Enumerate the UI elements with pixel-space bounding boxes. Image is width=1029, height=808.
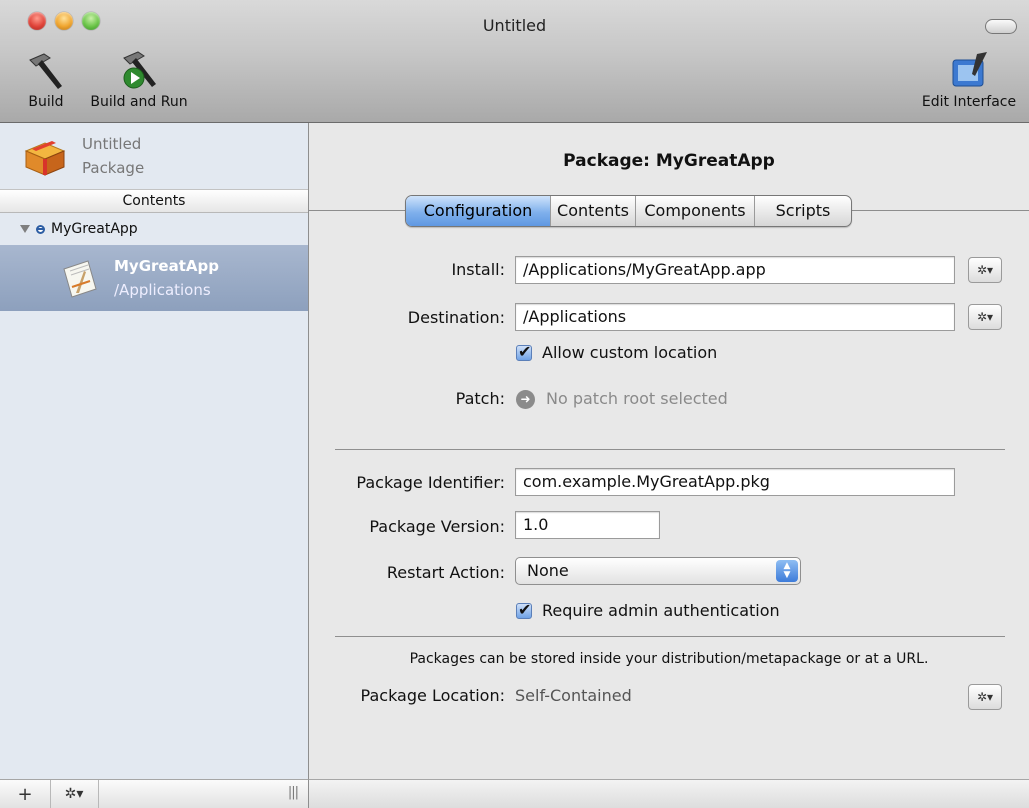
project-header[interactable]: Untitled Package (0, 123, 308, 187)
project-type: Package (82, 159, 145, 177)
require-admin-label: Require admin authentication (542, 601, 780, 620)
destination-action-button[interactable]: ✲▾ (968, 304, 1002, 330)
location-note: Packages can be stored inside your distr… (409, 651, 929, 667)
main-pane: Package: MyGreatApp Configuration Conten… (309, 123, 1029, 779)
window: Untitled Build Build and Run Edit Interf… (0, 0, 1029, 808)
edit-interface-label: Edit Interface (921, 94, 1017, 110)
edit-interface-button[interactable]: Edit Interface (912, 50, 1026, 110)
section-divider (335, 449, 1005, 450)
add-button[interactable]: + (0, 780, 51, 808)
gear-icon: ✲▾ (976, 263, 994, 277)
allow-custom-location-label: Allow custom location (542, 343, 718, 362)
package-version-field[interactable]: 1.0 (515, 511, 660, 539)
build-label: Build (28, 94, 64, 110)
arrow-right-icon[interactable]: ➜ (516, 390, 535, 409)
install-label: Install: (451, 260, 505, 279)
restart-action-popup[interactable]: None ▲ ▼ (515, 557, 801, 585)
tab-configuration[interactable]: Configuration (406, 196, 551, 226)
require-admin-checkbox[interactable] (516, 600, 532, 619)
sidebar-action-button[interactable]: ✲▾ (50, 780, 99, 808)
package-version-label: Package Version: (369, 517, 505, 536)
project-name: Untitled (82, 135, 142, 153)
titlebar-toolbar: Untitled Build Build and Run Edit Interf… (0, 0, 1029, 123)
restart-action-value: None (527, 561, 569, 580)
package-identifier-label: Package Identifier: (356, 473, 505, 492)
gear-icon: ✲▾ (976, 310, 994, 324)
destination-label: Destination: (407, 308, 505, 327)
install-action-button[interactable]: ✲▾ (968, 257, 1002, 283)
disclosure-triangle-icon[interactable] (20, 225, 30, 233)
main-footer (309, 779, 1029, 808)
restart-action-label: Restart Action: (386, 563, 505, 582)
tree-root-label: MyGreatApp (51, 221, 138, 237)
tab-contents[interactable]: Contents (551, 196, 636, 226)
package-location-action-button[interactable]: ✲▾ (968, 684, 1002, 710)
sidebar-footer: + ✲▾ ||| (0, 779, 309, 808)
sidebar: Untitled Package Contents MyGreatApp MyG… (0, 123, 309, 779)
install-field[interactable]: /Applications/MyGreatApp.app (515, 256, 955, 284)
hammer-run-icon (123, 51, 156, 89)
application-icon (63, 260, 97, 298)
selected-item-title: MyGreatApp (114, 257, 219, 275)
package-bullet-icon (36, 224, 45, 234)
tab-components[interactable]: Components (636, 196, 755, 226)
plus-icon: + (17, 784, 33, 805)
allow-custom-location-checkbox[interactable] (516, 342, 532, 361)
resize-grip-icon[interactable]: ||| (288, 785, 299, 800)
build-button[interactable]: Build (18, 50, 74, 110)
tree-item-mygreatapp[interactable]: MyGreatApp (20, 221, 138, 237)
contents-header: Contents (0, 189, 308, 213)
tab-bar: Configuration Contents Components Script… (405, 195, 852, 227)
gear-icon: ✲▾ (64, 786, 84, 802)
package-location-label: Package Location: (360, 686, 505, 705)
patch-label: Patch: (455, 389, 505, 408)
hammer-icon (29, 53, 62, 89)
toolbar-toggle-button[interactable] (985, 19, 1017, 34)
package-location-value: Self-Contained (515, 686, 632, 705)
destination-field[interactable]: /Applications (515, 303, 955, 331)
package-title: Package: MyGreatApp (563, 151, 775, 171)
patch-value: No patch root selected (546, 389, 728, 408)
window-title: Untitled (482, 16, 547, 35)
tab-scripts[interactable]: Scripts (755, 196, 851, 226)
build-and-run-label: Build and Run (90, 94, 188, 110)
selected-item-subtitle: /Applications (114, 281, 211, 299)
selected-tree-item[interactable]: MyGreatApp /Applications (0, 245, 308, 311)
package-identifier-field[interactable]: com.example.MyGreatApp.pkg (515, 468, 955, 496)
package-icon (24, 141, 66, 176)
interface-builder-icon (952, 52, 987, 87)
section-divider (335, 636, 1005, 637)
build-and-run-button[interactable]: Build and Run (80, 50, 198, 110)
gear-icon: ✲▾ (976, 690, 994, 704)
updown-arrows-icon: ▲ ▼ (776, 560, 798, 582)
